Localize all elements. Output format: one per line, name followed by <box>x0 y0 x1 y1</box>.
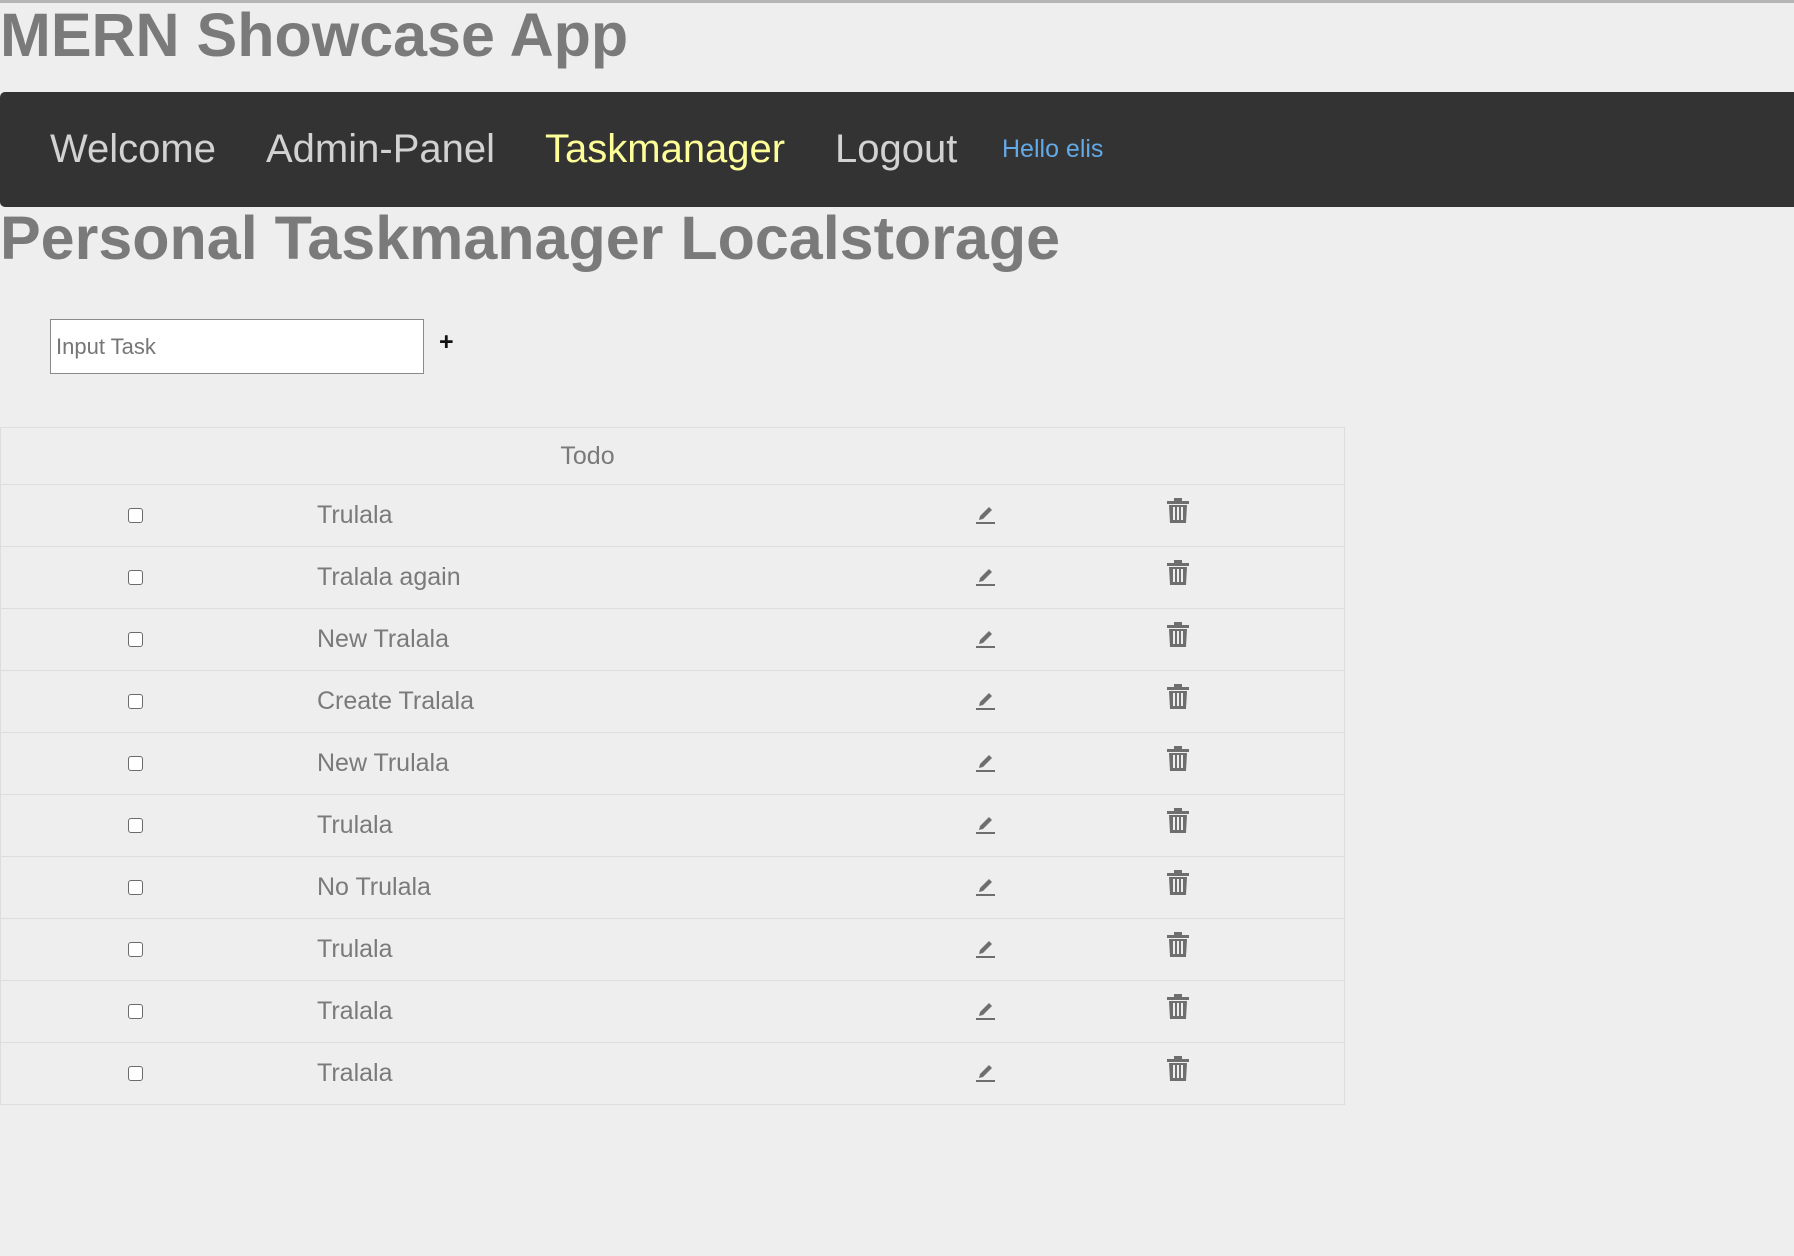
task-checkbox[interactable] <box>128 880 143 895</box>
table-row: New Trulala <box>1 733 1344 795</box>
pencil-icon[interactable] <box>974 811 996 835</box>
task-checkbox[interactable] <box>128 1066 143 1081</box>
trash-icon[interactable] <box>1167 498 1189 524</box>
trash-icon[interactable] <box>1167 870 1189 896</box>
table-row: Tralala <box>1 1043 1344 1104</box>
task-text: Trulala <box>317 501 393 529</box>
table-row: Create Tralala <box>1 671 1344 733</box>
nav-link-taskmanager[interactable]: Taskmanager <box>545 92 785 207</box>
pencil-icon[interactable] <box>974 687 996 711</box>
pencil-icon[interactable] <box>974 501 996 525</box>
task-checkbox[interactable] <box>128 694 143 709</box>
pencil-icon[interactable] <box>974 749 996 773</box>
task-text: Tralala <box>317 1059 393 1087</box>
todo-rows: Trulala Tralala again New Tralala Create… <box>1 485 1344 1104</box>
pencil-icon[interactable] <box>974 563 996 587</box>
task-text: Trulala <box>317 935 393 963</box>
table-row: No Trulala <box>1 857 1344 919</box>
nav-link-welcome[interactable]: Welcome <box>50 92 216 207</box>
page-title: Personal Taskmanager Localstorage <box>0 204 1061 272</box>
pencil-icon[interactable] <box>974 935 996 959</box>
trash-icon[interactable] <box>1167 808 1189 834</box>
task-checkbox[interactable] <box>128 508 143 523</box>
trash-icon[interactable] <box>1167 684 1189 710</box>
task-text: Tralala again <box>317 563 461 591</box>
trash-icon[interactable] <box>1167 932 1189 958</box>
table-row: New Tralala <box>1 609 1344 671</box>
user-greeting: Hello elis <box>1002 135 1104 163</box>
table-header-todo: Todo <box>560 442 615 470</box>
pencil-icon[interactable] <box>974 873 996 897</box>
task-checkbox[interactable] <box>128 818 143 833</box>
navbar: Welcome Admin-Panel Taskmanager Logout H… <box>0 92 1794 207</box>
trash-icon[interactable] <box>1167 622 1189 648</box>
table-row: Trulala <box>1 919 1344 981</box>
task-text: New Tralala <box>317 625 449 653</box>
table-row: Trulala <box>1 795 1344 857</box>
pencil-icon[interactable] <box>974 1059 996 1083</box>
table-row: Trulala <box>1 485 1344 547</box>
trash-icon[interactable] <box>1167 1056 1189 1082</box>
pencil-icon[interactable] <box>974 625 996 649</box>
task-text: Trulala <box>317 811 393 839</box>
todo-table: Todo Trulala Tralala again New Tralala C… <box>0 427 1345 1105</box>
task-checkbox[interactable] <box>128 942 143 957</box>
table-row: Tralala <box>1 981 1344 1043</box>
nav-link-admin-panel[interactable]: Admin-Panel <box>266 92 495 207</box>
task-text: Create Tralala <box>317 687 475 715</box>
trash-icon[interactable] <box>1167 560 1189 586</box>
trash-icon[interactable] <box>1167 994 1189 1020</box>
table-row: Tralala again <box>1 547 1344 609</box>
task-checkbox[interactable] <box>128 1004 143 1019</box>
table-header: Todo <box>1 428 1344 485</box>
task-text: No Trulala <box>317 873 431 901</box>
task-checkbox[interactable] <box>128 570 143 585</box>
app-title: MERN Showcase App <box>0 1 629 69</box>
task-text: New Trulala <box>317 749 449 777</box>
add-task-button[interactable]: + <box>439 327 454 357</box>
pencil-icon[interactable] <box>974 997 996 1021</box>
nav-link-logout[interactable]: Logout <box>835 92 957 207</box>
task-checkbox[interactable] <box>128 632 143 647</box>
task-text: Tralala <box>317 997 393 1025</box>
task-input[interactable] <box>50 319 424 374</box>
task-checkbox[interactable] <box>128 756 143 771</box>
trash-icon[interactable] <box>1167 746 1189 772</box>
